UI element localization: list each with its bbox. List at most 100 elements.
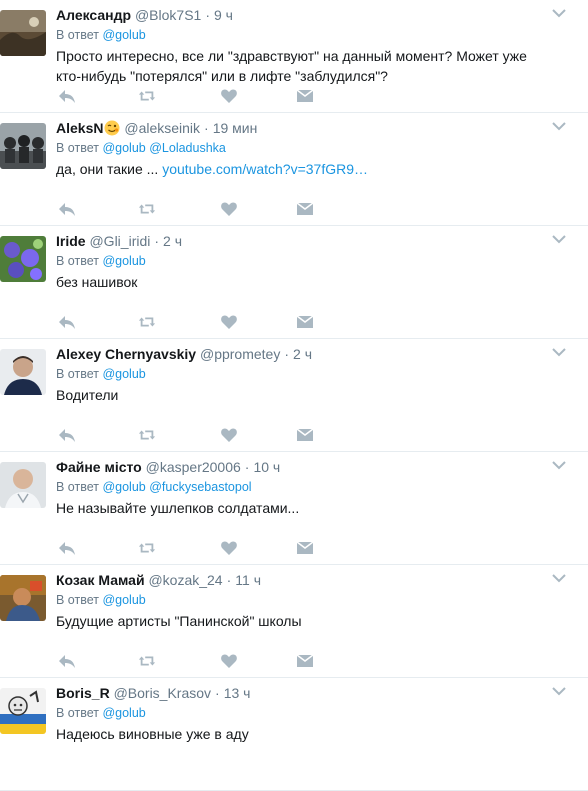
- tweet-timestamp[interactable]: 11 ч: [235, 572, 261, 588]
- mention-link[interactable]: @golub: [102, 367, 145, 381]
- tweet[interactable]: AleksN @alekseinik · 19 мин В ответ @golub…: [0, 113, 588, 226]
- reply-context: В ответ @golub: [56, 704, 548, 722]
- separator-dot: ·: [204, 120, 209, 136]
- tweet-timestamp[interactable]: 9 ч: [214, 7, 233, 23]
- tweet-url-link[interactable]: youtube.com/watch?v=37fGR9…: [162, 161, 368, 177]
- direct-message-icon[interactable]: [296, 427, 316, 445]
- mention-link[interactable]: @fuckysebastopol: [149, 480, 251, 494]
- reply-label: В ответ: [56, 141, 99, 155]
- retweet-icon[interactable]: [138, 427, 158, 445]
- tweet-actions: [56, 88, 316, 106]
- tweet-text: Просто интересно, все ли "здравствуют" н…: [56, 46, 548, 86]
- tweet-body: да, они такие ...: [56, 161, 163, 177]
- chevron-down-icon[interactable]: [552, 234, 566, 244]
- mention-link[interactable]: @golub: [102, 28, 145, 42]
- heart-icon[interactable]: [220, 314, 240, 332]
- tweet-body: Надеюсь виновные уже в аду: [56, 726, 249, 742]
- mention-link[interactable]: @Loladushka: [149, 141, 226, 155]
- direct-message-icon[interactable]: [296, 653, 316, 671]
- mention-link[interactable]: @golub: [102, 254, 145, 268]
- retweet-icon[interactable]: [138, 653, 158, 671]
- avatar[interactable]: [0, 10, 46, 56]
- reply-context: В ответ @golub: [56, 365, 548, 383]
- mention-link[interactable]: @golub: [102, 706, 145, 720]
- author-username[interactable]: @pprometey: [200, 346, 280, 362]
- tweet-timestamp[interactable]: 2 ч: [293, 346, 312, 362]
- author-username[interactable]: @Blok7S1: [135, 7, 201, 23]
- reply-label: В ответ: [56, 706, 99, 720]
- mention-link[interactable]: @golub: [102, 141, 145, 155]
- tweet[interactable]: Козак Мамай @kozak_24 · 11 ч В ответ @golu…: [0, 565, 588, 678]
- reply-icon[interactable]: [58, 314, 78, 332]
- separator-dot: ·: [244, 459, 250, 475]
- direct-message-icon[interactable]: [296, 314, 316, 332]
- tweet-timestamp[interactable]: 2 ч: [163, 233, 182, 249]
- author-name[interactable]: Козак Мамай: [56, 572, 145, 588]
- author-name[interactable]: AleksN: [56, 120, 103, 136]
- tweet-body: Водители: [56, 387, 119, 403]
- author-name[interactable]: Alexey Chernyavskiy: [56, 346, 196, 362]
- heart-icon[interactable]: [220, 653, 240, 671]
- tweet-actions: [56, 201, 316, 219]
- tweet[interactable]: Iride @Gli_iridi · 2 ч В ответ @golub без …: [0, 226, 588, 339]
- avatar[interactable]: [0, 688, 46, 734]
- avatar[interactable]: [0, 349, 46, 395]
- tweet[interactable]: Александр @Blok7S1 · 9 ч В ответ @golub Пр…: [0, 0, 588, 113]
- heart-icon[interactable]: [220, 88, 240, 106]
- reply-icon[interactable]: [58, 540, 78, 558]
- author-name[interactable]: Файне місто: [56, 459, 142, 475]
- heart-icon[interactable]: [220, 201, 240, 219]
- avatar[interactable]: [0, 462, 46, 508]
- author-name[interactable]: Boris_R: [56, 685, 110, 701]
- tweet[interactable]: Alexey Chernyavskiy @pprometey · 2 ч В отв…: [0, 339, 588, 452]
- author-username[interactable]: @Boris_Krasov: [114, 685, 211, 701]
- avatar[interactable]: [0, 123, 46, 169]
- reply-context: В ответ @golub @fuckysebastopol: [56, 478, 548, 496]
- author-username[interactable]: @Gli_iridi: [89, 233, 150, 249]
- author-name[interactable]: Iride: [56, 233, 86, 249]
- author-username[interactable]: @kozak_24: [148, 572, 222, 588]
- tweet-timestamp[interactable]: 13 ч: [224, 685, 251, 701]
- reply-icon[interactable]: [58, 427, 78, 445]
- author-username[interactable]: @alekseinik: [124, 120, 200, 136]
- chevron-down-icon[interactable]: [552, 347, 566, 357]
- retweet-icon[interactable]: [138, 201, 158, 219]
- tweet-body: Не называйте ушлепков солдатами...: [56, 500, 300, 516]
- reply-label: В ответ: [56, 593, 99, 607]
- reply-icon[interactable]: [58, 653, 78, 671]
- chevron-down-icon[interactable]: [552, 573, 566, 583]
- direct-message-icon[interactable]: [296, 88, 316, 106]
- author-name[interactable]: Александр: [56, 7, 131, 23]
- reply-context: В ответ @golub: [56, 591, 548, 609]
- retweet-icon[interactable]: [138, 540, 158, 558]
- separator-dot: ·: [215, 685, 220, 701]
- separator-dot: ·: [205, 7, 210, 23]
- retweet-icon[interactable]: [138, 314, 158, 332]
- tweet-actions: [56, 427, 316, 445]
- reply-icon[interactable]: [58, 88, 78, 106]
- direct-message-icon[interactable]: [296, 201, 316, 219]
- chevron-down-icon[interactable]: [552, 8, 566, 18]
- mention-link[interactable]: @golub: [102, 593, 145, 607]
- retweet-icon[interactable]: [138, 88, 158, 106]
- chevron-down-icon[interactable]: [552, 121, 566, 131]
- direct-message-icon[interactable]: [296, 540, 316, 558]
- tweet-feed: Александр @Blok7S1 · 9 ч В ответ @golub Пр…: [0, 0, 588, 791]
- reply-label: В ответ: [56, 254, 99, 268]
- tweet[interactable]: Файне місто @kasper20006 · 10 ч В ответ @g…: [0, 452, 588, 565]
- chevron-down-icon[interactable]: [552, 686, 566, 696]
- separator-dot: ·: [154, 233, 160, 249]
- tweet-text: Надеюсь виновные уже в аду: [56, 724, 548, 744]
- tweet-timestamp[interactable]: 10 ч: [253, 459, 280, 475]
- tweet[interactable]: Boris_R @Boris_Krasov · 13 ч В ответ @golu…: [0, 678, 588, 791]
- chevron-down-icon[interactable]: [552, 460, 566, 470]
- author-username[interactable]: @kasper20006: [146, 459, 241, 475]
- reply-icon[interactable]: [58, 201, 78, 219]
- tweet-timestamp[interactable]: 19 мин: [213, 120, 258, 136]
- heart-icon[interactable]: [220, 540, 240, 558]
- avatar[interactable]: [0, 575, 46, 621]
- mention-link[interactable]: @golub: [102, 480, 145, 494]
- avatar[interactable]: [0, 236, 46, 282]
- tweet-body: без нашивок: [56, 274, 138, 290]
- heart-icon[interactable]: [220, 427, 240, 445]
